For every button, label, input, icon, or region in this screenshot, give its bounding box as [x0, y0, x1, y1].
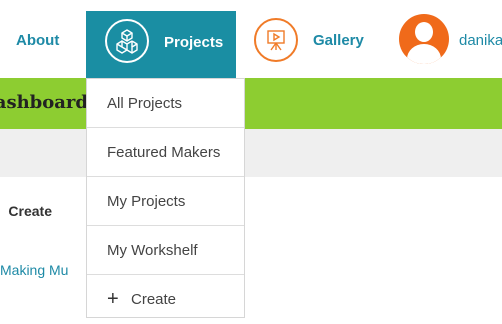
projects-dropdown-menu: All Projects Featured Makers My Projects… — [86, 78, 245, 318]
dashboard-header-bar: Dashboard — [0, 78, 502, 129]
menu-item-all-projects[interactable]: All Projects — [87, 79, 244, 128]
create-heading-text: Create — [8, 203, 52, 219]
create-heading: Create — [0, 203, 88, 223]
menu-item-featured-makers[interactable]: Featured Makers — [87, 128, 244, 177]
plus-icon: + — [107, 288, 119, 310]
menu-item-label: My Projects — [107, 193, 186, 210]
nav-about-link[interactable]: About — [16, 32, 59, 49]
menu-item-label: Create — [131, 291, 177, 308]
project-link-text[interactable]: Making Mu — [0, 262, 68, 278]
menu-item-my-workshelf[interactable]: My Workshelf — [87, 226, 244, 275]
nav-projects-button[interactable]: Projects — [86, 11, 236, 78]
top-navigation-bar: About Projects Gallery danika — [0, 0, 502, 78]
project-link[interactable]: Making Mu — [0, 262, 88, 280]
subheader-bar — [0, 129, 502, 177]
gallery-easel-icon[interactable] — [254, 18, 298, 62]
menu-item-label: All Projects — [107, 95, 183, 112]
nav-gallery-link[interactable]: Gallery — [313, 32, 364, 49]
page-title: Dashboard — [0, 78, 88, 129]
menu-item-label: Featured Makers — [107, 144, 221, 161]
username-link[interactable]: danikar — [459, 32, 502, 49]
page-title-text: Dashboard — [0, 92, 88, 113]
projects-label: Projects — [164, 34, 224, 51]
user-avatar-icon[interactable] — [399, 14, 449, 64]
menu-item-label: My Workshelf — [107, 242, 198, 259]
menu-item-my-projects[interactable]: My Projects — [87, 177, 244, 226]
projects-icon — [105, 19, 149, 63]
menu-item-create[interactable]: + Create — [87, 275, 244, 324]
